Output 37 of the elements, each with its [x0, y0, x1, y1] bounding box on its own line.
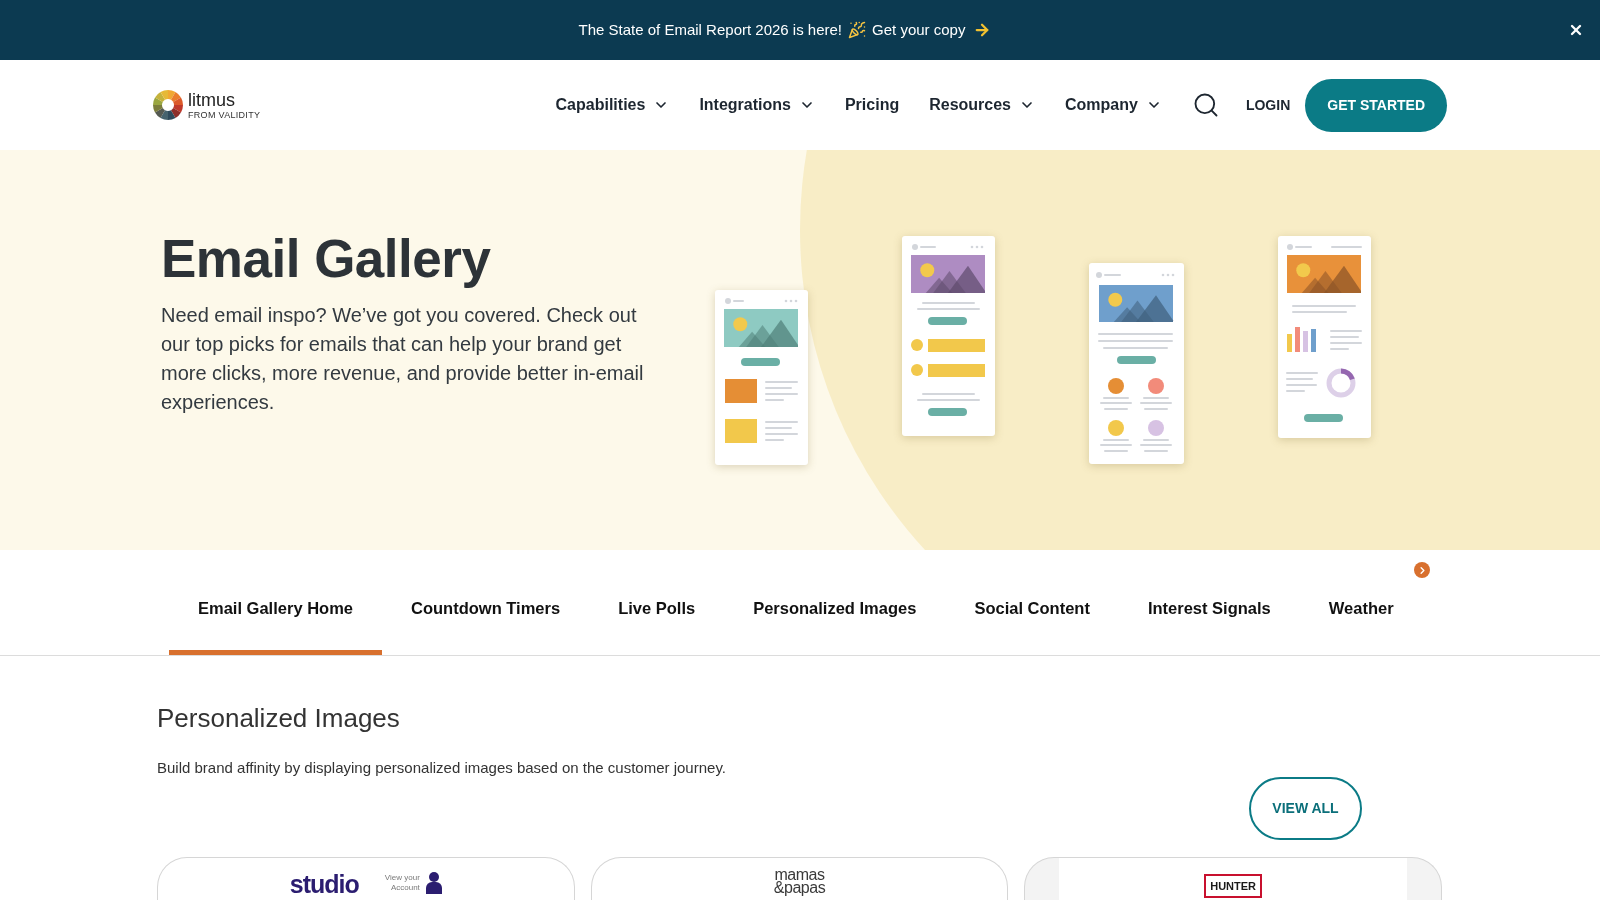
person-icon — [425, 872, 442, 894]
announcement-link[interactable]: Get your copy — [872, 18, 966, 42]
get-started-button[interactable]: GET STARTED — [1305, 78, 1447, 132]
category-tab[interactable]: Live Polls — [589, 598, 725, 655]
logo-wordmark: litmus — [188, 89, 236, 110]
category-tab[interactable]: Weather — [1299, 598, 1423, 655]
section-description: Build brand affinity by displaying personalized images based on the customer journey. — [157, 759, 727, 777]
login-link[interactable]: LOGIN — [1245, 94, 1291, 116]
category-tab[interactable]: Countdown Timers — [382, 598, 590, 655]
email-card[interactable]: mamas &papas — [590, 857, 1009, 900]
email-card[interactable]: studio View your Account — [157, 857, 575, 900]
scroll-right-button[interactable] — [1414, 562, 1430, 578]
close-button[interactable] — [1568, 22, 1584, 38]
view-all-button[interactable]: VIEW ALL — [1249, 777, 1362, 840]
nav-link[interactable]: Pricing — [844, 93, 900, 117]
category-tab[interactable]: Email Gallery Home — [169, 598, 382, 655]
category-tab[interactable]: Interest Signals — [1118, 598, 1300, 655]
nav-link[interactable]: Company — [1065, 93, 1162, 117]
category-tab[interactable]: Personalized Images — [724, 598, 946, 655]
brand-logo: HUNTER — [1204, 874, 1263, 898]
brand-logo: studio — [289, 870, 359, 898]
close-icon — [1568, 22, 1584, 38]
category-tab[interactable]: Social Content — [945, 598, 1119, 655]
section-title: Personalized Images — [157, 703, 401, 733]
page-title: Email Gallery — [161, 229, 492, 289]
logo-ring-icon — [153, 90, 183, 120]
hero-description: Need email inspo? We’ve got you covered. Check out our top picks for emails that can help your brand get more clicks, more revenue, and provide better in-email experiences. — [161, 303, 645, 415]
party-popper-icon — [848, 21, 867, 39]
brand-logo: mamas &papas — [773, 868, 826, 894]
nav-link[interactable]: Resources — [929, 93, 1035, 117]
email-card[interactable]: HUNTER — [1024, 857, 1442, 900]
announcement-text: The State of Email Report 2026 is here! — [578, 19, 843, 40]
account-link[interactable]: View your Account — [384, 873, 420, 893]
nav-link[interactable]: Capabilities — [555, 93, 670, 117]
logo-tagline: FROM VALIDITY — [188, 109, 261, 121]
logo[interactable]: litmus FROM VALIDITY — [153, 89, 261, 121]
nav-link[interactable]: Integrations — [699, 93, 815, 117]
